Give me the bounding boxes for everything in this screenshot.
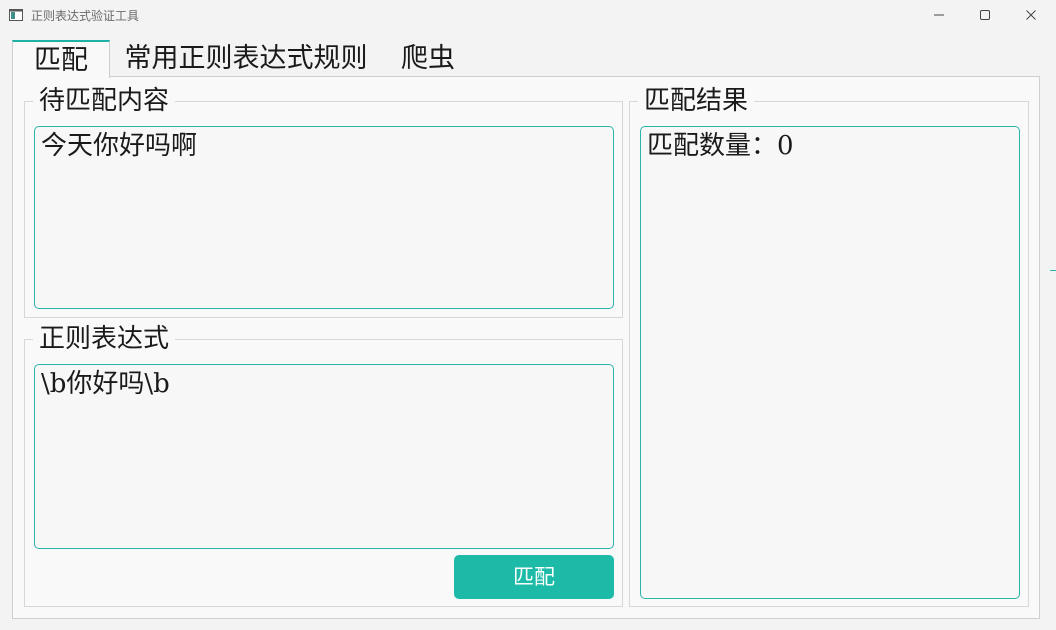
window-title: 正则表达式验证工具 bbox=[31, 9, 140, 23]
minimize-button[interactable] bbox=[916, 0, 962, 30]
maximize-icon bbox=[980, 10, 990, 20]
content-input[interactable]: 今天你好吗啊 bbox=[34, 126, 614, 309]
match-button[interactable]: 匹配 bbox=[454, 555, 614, 599]
regex-input[interactable]: \b你好吗\b bbox=[34, 364, 614, 549]
result-group-title: 匹配结果 bbox=[638, 85, 755, 117]
content-group-title: 待匹配内容 bbox=[33, 85, 176, 117]
close-button[interactable] bbox=[1008, 0, 1054, 30]
match-tab-panel: 待匹配内容 今天你好吗啊 正则表达式 \b你好吗\b 匹配 匹配结果 匹配数量：… bbox=[12, 76, 1040, 619]
tab-crawler[interactable]: 爬虫 bbox=[400, 40, 456, 77]
title-bar: 正则表达式验证工具 bbox=[0, 0, 1056, 30]
regex-groupbox: 正则表达式 \b你好吗\b 匹配 bbox=[24, 323, 623, 607]
maximize-button[interactable] bbox=[962, 0, 1008, 30]
close-icon bbox=[1026, 10, 1036, 20]
edge-divider bbox=[1050, 270, 1056, 271]
tab-match[interactable]: 匹配 bbox=[12, 40, 110, 78]
regex-group-title: 正则表达式 bbox=[33, 323, 176, 355]
tab-common-regex-rules[interactable]: 常用正则表达式规则 bbox=[120, 40, 372, 77]
result-groupbox: 匹配结果 匹配数量：0 bbox=[629, 85, 1029, 607]
content-groupbox: 待匹配内容 今天你好吗啊 bbox=[24, 85, 623, 318]
minimize-icon bbox=[934, 14, 944, 16]
app-window-icon bbox=[9, 7, 23, 21]
result-output[interactable]: 匹配数量：0 bbox=[640, 126, 1020, 599]
